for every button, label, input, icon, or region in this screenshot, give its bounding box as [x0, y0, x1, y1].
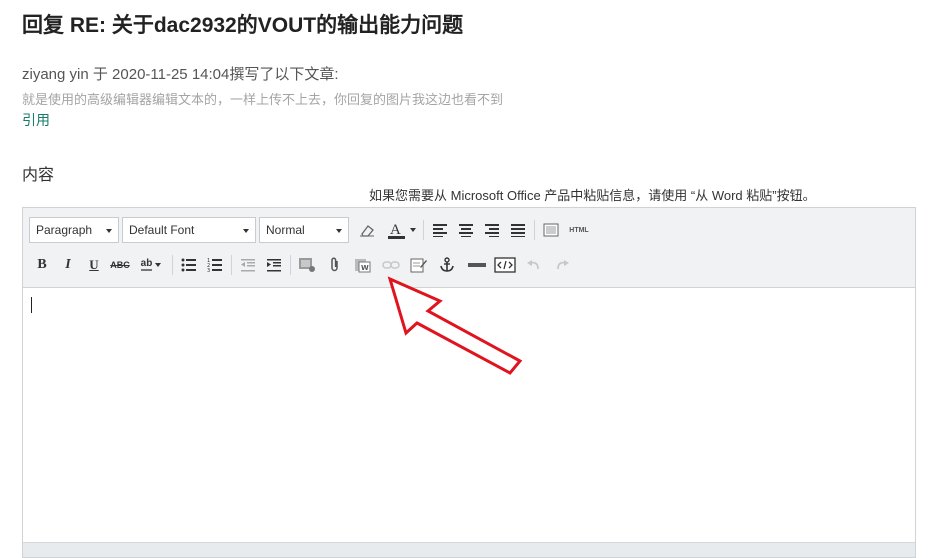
content-label: 内容 — [22, 167, 55, 184]
align-left-button[interactable] — [427, 217, 453, 243]
toolbar-divider — [290, 255, 291, 275]
indent-button[interactable] — [261, 252, 287, 278]
strikethrough-button[interactable]: ABC — [107, 252, 133, 278]
bullet-list-button[interactable] — [176, 252, 202, 278]
justify-button[interactable] — [505, 217, 531, 243]
spellcheck-button[interactable]: ab — [133, 252, 169, 278]
paragraph-format-select[interactable]: Paragraph — [29, 217, 119, 243]
horizontal-rule-icon — [468, 263, 486, 267]
preview-button[interactable] — [538, 217, 564, 243]
chevron-down-icon — [155, 263, 162, 267]
underline-button[interactable]: U — [81, 252, 107, 278]
page-title: 回复 RE: 关于dac2932的VOUT的输出能力问题 — [22, 14, 464, 37]
numbered-list-button[interactable]: 1 2 3 — [202, 252, 228, 278]
text-cursor — [31, 297, 32, 313]
text-color-button[interactable]: A — [382, 217, 420, 243]
toolbar-divider — [172, 255, 173, 275]
chevron-down-icon — [409, 228, 416, 232]
eraser-icon — [360, 225, 374, 237]
font-family-value: Default Font — [129, 223, 195, 237]
outdent-button[interactable] — [235, 252, 261, 278]
align-right-button[interactable] — [479, 217, 505, 243]
toolbar-divider — [423, 220, 424, 240]
paragraph-format-value: Paragraph — [36, 223, 93, 237]
anchor-button[interactable] — [432, 252, 462, 278]
font-size-value: Normal — [266, 223, 305, 237]
html-source-button[interactable]: HTML — [564, 217, 594, 243]
source-code-button[interactable] — [492, 252, 518, 278]
bold-button[interactable]: B — [29, 252, 55, 278]
toolbar-divider — [231, 255, 232, 275]
quote-header: ziyang yin 于 2020-11-25 14:04撰写了以下文章: — [22, 66, 339, 83]
toolbar-row-2: B I U ABC ab 1 2 3 W — [29, 251, 578, 279]
chevron-down-icon — [106, 229, 112, 233]
font-size-select[interactable]: Normal — [259, 217, 349, 243]
justify-icon — [511, 224, 525, 237]
align-right-icon — [485, 224, 499, 237]
redo-icon — [557, 260, 569, 270]
svg-text:A: A — [390, 222, 401, 238]
rich-text-editor: Paragraph Default Font Normal A HTML B I… — [22, 207, 916, 558]
editor-status-bar — [23, 542, 915, 557]
remove-format-button[interactable] — [352, 217, 382, 243]
outdent-icon — [241, 259, 255, 272]
preview-icon — [543, 223, 559, 237]
numbered-list-icon: 1 2 3 — [207, 258, 222, 272]
align-left-icon — [433, 224, 447, 237]
svg-text:3: 3 — [207, 268, 210, 272]
paste-hint: 如果您需要从 Microsoft Office 产品中粘贴信息，请使用 “从 W… — [369, 188, 816, 203]
insert-image-button[interactable] — [294, 252, 320, 278]
html-label: HTML — [569, 226, 589, 234]
source-code-icon — [494, 257, 516, 273]
editor-content-area[interactable] — [23, 288, 915, 543]
edit-document-icon — [410, 258, 427, 273]
spellcheck-label: ab — [140, 258, 153, 271]
indent-icon — [267, 259, 281, 272]
insert-image-icon — [299, 258, 315, 272]
paperclip-icon — [331, 257, 338, 272]
insert-link-button[interactable] — [376, 252, 406, 278]
bullet-list-icon — [181, 258, 196, 272]
text-color-icon: A — [387, 222, 405, 239]
editor-toolbar: Paragraph Default Font Normal A HTML B I… — [23, 208, 915, 288]
chevron-down-icon — [336, 229, 342, 233]
undo-icon — [527, 260, 539, 270]
edit-button[interactable] — [406, 252, 432, 278]
anchor-icon — [440, 257, 454, 272]
horizontal-rule-button[interactable] — [462, 252, 492, 278]
toolbar-row-1: Paragraph Default Font Normal A HTML — [29, 216, 594, 244]
toolbar-divider — [534, 220, 535, 240]
italic-button[interactable]: I — [55, 252, 81, 278]
align-center-button[interactable] — [453, 217, 479, 243]
paste-from-word-button[interactable]: W — [350, 252, 376, 278]
undo-button[interactable] — [518, 252, 548, 278]
redo-button[interactable] — [548, 252, 578, 278]
font-family-select[interactable]: Default Font — [122, 217, 256, 243]
quote-body: 就是使用的高级编辑器编辑文本的，一样上传不上去，你回复的图片我这边也看不到 — [22, 92, 504, 107]
svg-text:W: W — [361, 264, 369, 272]
link-icon — [382, 261, 400, 269]
align-center-icon — [459, 224, 473, 237]
quote-link[interactable]: 引用 — [22, 110, 50, 130]
chevron-down-icon — [243, 229, 249, 233]
attach-file-button[interactable] — [320, 252, 350, 278]
paste-word-icon: W — [355, 259, 371, 273]
